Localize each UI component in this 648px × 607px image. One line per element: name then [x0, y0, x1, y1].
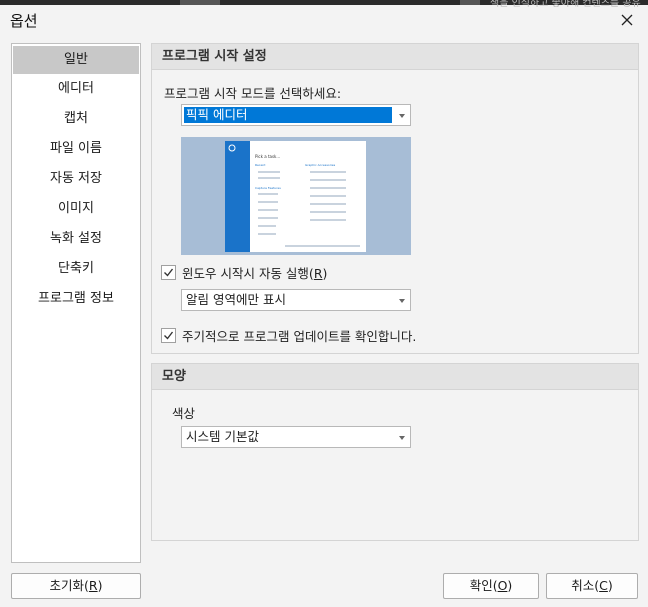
sidebar-item-image[interactable]: 이미지 [12, 194, 140, 224]
options-nav-list: 일반 에디터 캡처 파일 이름 자동 저장 이미지 녹화 설정 단축키 프로그램… [11, 43, 141, 563]
checkbox-box [161, 265, 176, 280]
appearance-panel: 모양 [151, 363, 639, 541]
title-bar: 옵션 [0, 5, 648, 35]
close-icon [621, 14, 633, 26]
preview-sidebar [225, 141, 250, 252]
preview-line [310, 203, 346, 205]
preview-line [258, 193, 278, 195]
preview-line [310, 219, 346, 221]
preview-line [310, 195, 346, 197]
color-label: 색상 [172, 406, 196, 421]
startup-mode-preview: Pick a task... Recent Capture Features G… [181, 137, 411, 255]
preview-col1: Recent [255, 163, 266, 167]
tray-mode-dropdown[interactable]: 알림 영역에만 표시 [181, 289, 411, 311]
sidebar-item-filename[interactable]: 파일 이름 [12, 134, 140, 164]
autorun-checkbox[interactable]: 윈도우 시작시 자동 실행(R) [161, 263, 327, 282]
cancel-button[interactable]: 취소(C) [546, 573, 638, 599]
close-button[interactable] [612, 7, 642, 33]
ok-button[interactable]: 확인(O) [443, 573, 539, 599]
preview-line [285, 245, 360, 247]
chevron-down-icon [399, 436, 405, 440]
preview-col2: Capture Features [255, 186, 281, 190]
startup-mode-value: 픽픽 에디터 [184, 107, 392, 123]
appearance-header: 모양 [152, 364, 638, 390]
preview-line [258, 201, 278, 203]
sidebar-item-recording[interactable]: 녹화 설정 [12, 224, 140, 254]
preview-window: Pick a task... Recent Capture Features G… [225, 141, 366, 252]
preview-line [310, 187, 346, 189]
preview-line [258, 233, 276, 235]
preview-line [258, 171, 280, 173]
update-check-checkbox[interactable]: 주기적으로 프로그램 업데이트를 확인합니다. [161, 326, 416, 345]
chevron-down-icon [399, 114, 405, 118]
preview-logo-icon [228, 144, 236, 152]
preview-line [258, 177, 280, 179]
startup-mode-dropdown[interactable]: 픽픽 에디터 [181, 104, 411, 126]
color-dropdown[interactable]: 시스템 기본값 [181, 426, 411, 448]
autorun-label: 윈도우 시작시 자동 실행(R) [182, 266, 328, 281]
update-check-label: 주기적으로 프로그램 업데이트를 확인합니다. [182, 329, 417, 344]
sidebar-item-editor[interactable]: 에디터 [12, 74, 140, 104]
sidebar-item-general[interactable]: 일반 [13, 46, 139, 74]
preview-line [310, 179, 346, 181]
tray-mode-value: 알림 영역에만 표시 [186, 292, 286, 307]
preview-line [258, 225, 276, 227]
preview-col3: Graphic Accessories [305, 163, 336, 167]
check-icon [164, 268, 174, 277]
startup-mode-label: 프로그램 시작 모드를 선택하세요: [164, 86, 342, 101]
chevron-down-icon [399, 299, 405, 303]
window-title: 옵션 [10, 12, 38, 30]
sidebar-item-autosave[interactable]: 자동 저장 [12, 164, 140, 194]
sidebar-item-hotkeys[interactable]: 단축키 [12, 254, 140, 284]
preview-heading: Pick a task... [255, 154, 281, 159]
preview-line [310, 171, 346, 173]
checkbox-box [161, 328, 176, 343]
color-value: 시스템 기본값 [186, 429, 259, 444]
preview-line [258, 209, 278, 211]
startup-settings-header: 프로그램 시작 설정 [152, 44, 638, 70]
sidebar-item-capture[interactable]: 캡처 [12, 104, 140, 134]
sidebar-item-about[interactable]: 프로그램 정보 [12, 284, 140, 314]
preview-line [258, 217, 278, 219]
preview-line [310, 211, 346, 213]
reset-button[interactable]: 초기화(R) [11, 573, 141, 599]
check-icon [164, 331, 174, 340]
